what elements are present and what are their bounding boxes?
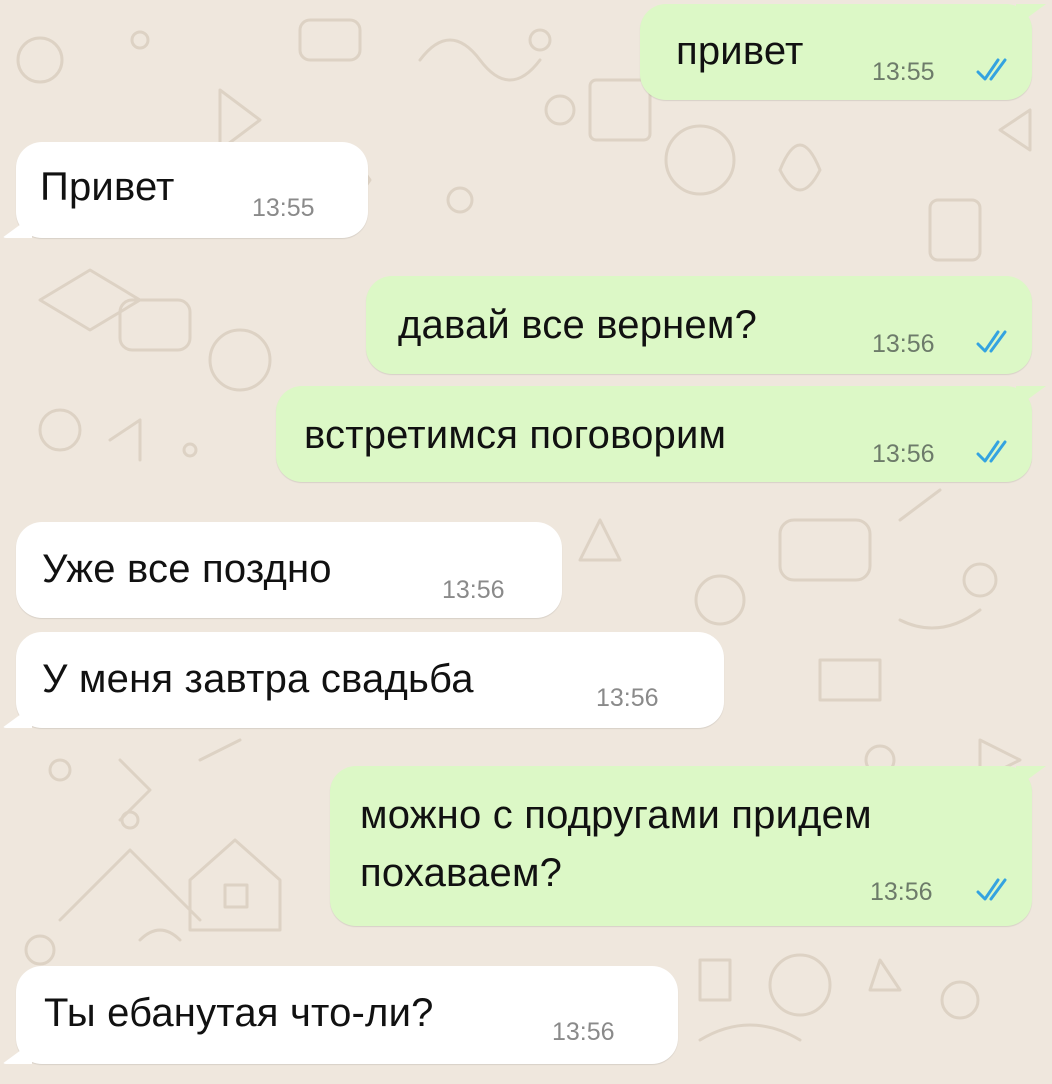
message-list[interactable]: привет 13:55 Привет 13:55 давай все верн… — [0, 0, 1052, 1084]
message-text: Ты ебанутая что-ли? — [44, 991, 434, 1035]
message-time: 13:56 — [596, 684, 659, 712]
double-check-read-icon — [976, 878, 1007, 901]
message-text: привет — [676, 29, 804, 73]
message-text: Уже все поздно — [42, 547, 332, 591]
message-text: давай все вернем? — [398, 303, 758, 347]
message-time: 13:55 — [872, 58, 935, 86]
outgoing-message[interactable]: привет 13:55 — [640, 4, 1032, 100]
message-time: 13:56 — [552, 1018, 615, 1046]
double-check-read-icon — [976, 58, 1007, 81]
double-check-read-icon — [976, 330, 1007, 353]
message-time: 13:56 — [870, 878, 933, 906]
incoming-message[interactable]: Ты ебанутая что-ли? 13:56 — [16, 966, 678, 1064]
message-text-line: похаваем? — [360, 851, 563, 895]
outgoing-message[interactable]: давай все вернем? 13:56 — [366, 276, 1032, 374]
double-check-read-icon — [976, 440, 1007, 463]
message-time: 13:56 — [442, 576, 505, 604]
message-time: 13:55 — [252, 194, 315, 222]
incoming-message[interactable]: Привет 13:55 — [16, 142, 368, 238]
incoming-message[interactable]: Уже все поздно 13:56 — [16, 522, 562, 618]
message-time: 13:56 — [872, 330, 935, 358]
outgoing-message[interactable]: встретимся поговорим 13:56 — [276, 386, 1032, 482]
message-text: Привет — [40, 165, 175, 209]
message-text-line: можно с подругами придем — [360, 793, 872, 837]
incoming-message[interactable]: У меня завтра свадьба 13:56 — [16, 632, 724, 728]
message-text: У меня завтра свадьба — [42, 657, 474, 701]
message-time: 13:56 — [872, 440, 935, 468]
message-text: встретимся поговорим — [304, 413, 727, 457]
outgoing-message[interactable]: можно с подругами придем похаваем? 13:56 — [330, 766, 1032, 926]
